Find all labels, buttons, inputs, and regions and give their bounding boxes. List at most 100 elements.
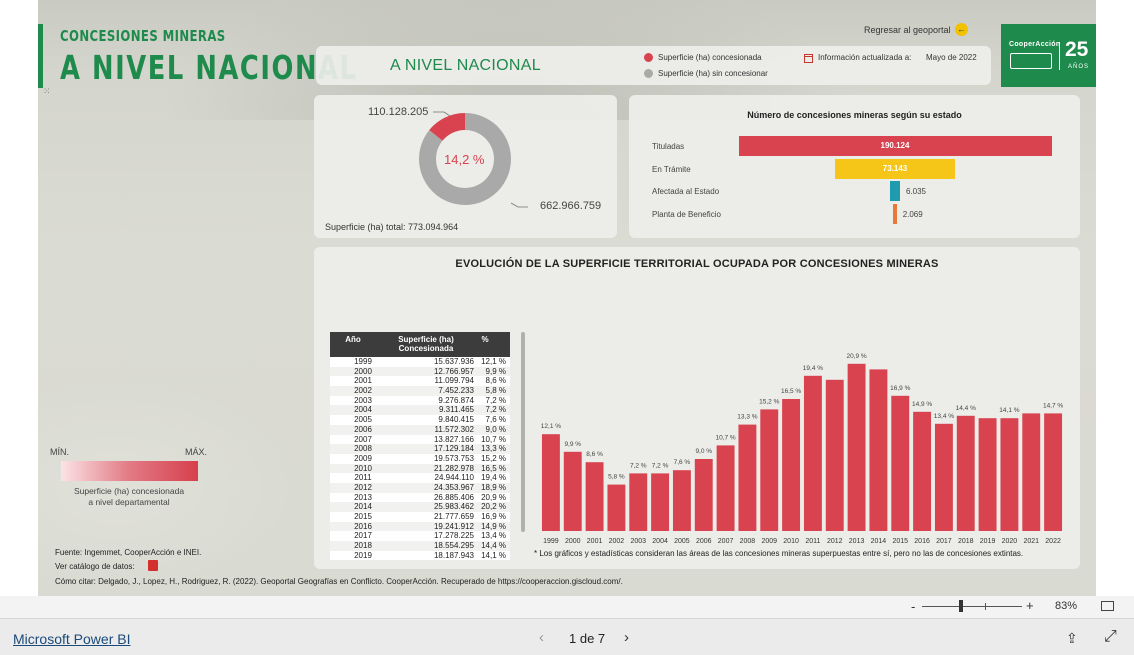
bar-2007[interactable]: [716, 445, 735, 531]
table-scrollbar[interactable]: [521, 332, 525, 532]
data-label-2000: 9,9 %: [564, 441, 581, 448]
x-tick-2019: 2019: [980, 538, 996, 545]
table-row: 2005 9.840.415 7,6 %: [330, 415, 510, 425]
source-text: Fuente: Ingemmet, CooperAcción e INEI.: [55, 548, 202, 557]
cell-superficie: 17.278.225: [433, 531, 474, 541]
bar-2022[interactable]: [1044, 413, 1063, 531]
bar-2014[interactable]: [869, 369, 888, 531]
bar-2005[interactable]: [672, 470, 691, 531]
cell-pct: 20,9 %: [481, 492, 506, 502]
power-bi-link[interactable]: Microsoft Power BI: [13, 631, 130, 647]
bar-2016[interactable]: [913, 411, 932, 531]
donut-sin-concesionar-value: 662.966.759: [540, 200, 602, 212]
estado-value: 190.124: [880, 141, 910, 150]
cell-pct: 9,9 %: [485, 366, 506, 376]
logo-years: 25: [1065, 38, 1089, 61]
cell-pct: 8,6 %: [485, 376, 506, 386]
cell-anio: 2017: [354, 531, 372, 541]
bar-2003[interactable]: [629, 473, 648, 531]
table-row: 2011 24.944.110 19,4 %: [330, 473, 510, 483]
th-superficie: Superficie (ha) Concesionada: [398, 335, 454, 353]
x-tick-2001: 2001: [587, 538, 603, 545]
bar-1999[interactable]: [541, 434, 560, 531]
logo-years-label: AÑOS: [1068, 64, 1090, 70]
bar-2004[interactable]: [651, 473, 670, 531]
bar-2013[interactable]: [847, 363, 866, 531]
cell-anio: 2002: [354, 386, 372, 396]
estado-panel: Número de concesiones mineras según su e…: [629, 95, 1080, 238]
table-body[interactable]: 1999 15.637.936 12,1 % 2000 12.766.957 9,9 % 2…: [330, 357, 510, 563]
cell-superficie: 25.983.462: [433, 502, 474, 512]
estado-bar[interactable]: [890, 181, 900, 201]
citation-text: Cómo citar: Delgado, J., Lopez, H., Rodr…: [55, 577, 623, 586]
cell-pct: 7,6 %: [485, 415, 506, 425]
back-to-geoportal-link[interactable]: Regresar al geoportal: [864, 25, 951, 35]
bar-2021[interactable]: [1022, 413, 1041, 531]
evolucion-panel: EVOLUCIÓN DE LA SUPERFICIE TERRITORIAL O…: [314, 247, 1080, 569]
zoom-in-button[interactable]: +: [1026, 598, 1034, 613]
bar-2015[interactable]: [891, 395, 910, 531]
bar-2018[interactable]: [956, 415, 975, 531]
x-tick-2000: 2000: [565, 538, 581, 545]
x-tick-2021: 2021: [1023, 538, 1039, 545]
cell-pct: 9,0 %: [485, 424, 506, 434]
bar-2006[interactable]: [694, 459, 713, 531]
cell-pct: 7,2 %: [485, 405, 506, 415]
bar-2002[interactable]: [607, 484, 626, 531]
zoom-slider-thumb[interactable]: [959, 600, 963, 612]
share-icon[interactable]: ⇪: [1066, 630, 1078, 647]
bar-2011[interactable]: [803, 375, 822, 531]
cell-superficie: 19.573.753: [433, 453, 474, 463]
cell-pct: 13,3 %: [481, 444, 506, 454]
page-title: A NIVEL NACIONAL: [60, 48, 358, 87]
th-pct: %: [481, 335, 489, 344]
bar-2010[interactable]: [782, 399, 801, 531]
estado-label: Tituladas: [652, 142, 685, 151]
header-panel: A NIVEL NACIONAL Superficie (ha) concesi…: [316, 46, 991, 85]
cell-anio: 2005: [354, 415, 372, 425]
bar-2000[interactable]: [563, 451, 582, 531]
data-label-2015: 16,9 %: [890, 385, 910, 392]
data-label-2017: 13,4 %: [934, 413, 954, 420]
cell-anio: 2016: [354, 521, 372, 531]
cell-superficie: 24.353.967: [433, 482, 474, 492]
cell-superficie: 9.311.465: [439, 405, 474, 415]
bar-2001[interactable]: [585, 462, 604, 531]
data-label-2010: 16,5 %: [781, 388, 801, 395]
x-tick-1999: 1999: [543, 538, 559, 545]
bar-2009[interactable]: [760, 409, 779, 531]
back-arrow-icon[interactable]: ←: [955, 23, 968, 36]
cooperaccion-logo: CooperAcción 25 AÑOS: [1001, 24, 1096, 87]
cell-anio: 2006: [354, 424, 372, 434]
pdf-download-icon[interactable]: [148, 560, 158, 571]
bar-2019[interactable]: [978, 418, 997, 531]
estado-bar[interactable]: [893, 203, 897, 224]
previous-page-button[interactable]: ‹: [539, 629, 544, 646]
zoom-out-button[interactable]: -: [911, 599, 915, 614]
table-row: 2017 17.278.225 13,4 %: [330, 531, 510, 542]
data-label-2003: 7,2 %: [630, 462, 647, 469]
color-scale-bar: [61, 461, 198, 481]
next-page-button[interactable]: ›: [624, 629, 629, 646]
bar-2008[interactable]: [738, 424, 757, 531]
cell-pct: 7,2 %: [485, 395, 506, 405]
cell-pct: 10,7 %: [481, 434, 506, 444]
scale-caption-line2: a nivel departamental: [88, 497, 170, 507]
fullscreen-icon[interactable]: ⤢: [1104, 628, 1117, 646]
bar-2020[interactable]: [1000, 418, 1019, 531]
table-row: 2018 18.554.295 14,4 %: [330, 541, 510, 551]
bar-2012[interactable]: [825, 379, 844, 531]
bar-2017[interactable]: [934, 423, 953, 531]
x-tick-2020: 2020: [1002, 538, 1018, 545]
updated-value: Mayo de 2022: [926, 53, 977, 62]
cell-pct: 14,1 %: [481, 550, 506, 560]
data-label-2009: 15,2 %: [759, 398, 779, 405]
zoom-slider-track[interactable]: [922, 606, 1022, 607]
x-tick-2004: 2004: [652, 538, 668, 545]
table-row: 2007 13.827.166 10,7 %: [330, 434, 510, 445]
scale-caption-line1: Superficie (ha) concesionada: [73, 486, 185, 496]
evolucion-bar-chart[interactable]: 12,1 % 1999 9,9 % 2000 8,6 % 2001 5,8 % 2002 7,2…: [530, 342, 1070, 547]
table-row: 2015 21.777.659 16,9 %: [330, 512, 510, 522]
data-label-2022: 14,7 %: [1043, 402, 1063, 409]
fit-to-page-icon[interactable]: [1101, 601, 1114, 611]
